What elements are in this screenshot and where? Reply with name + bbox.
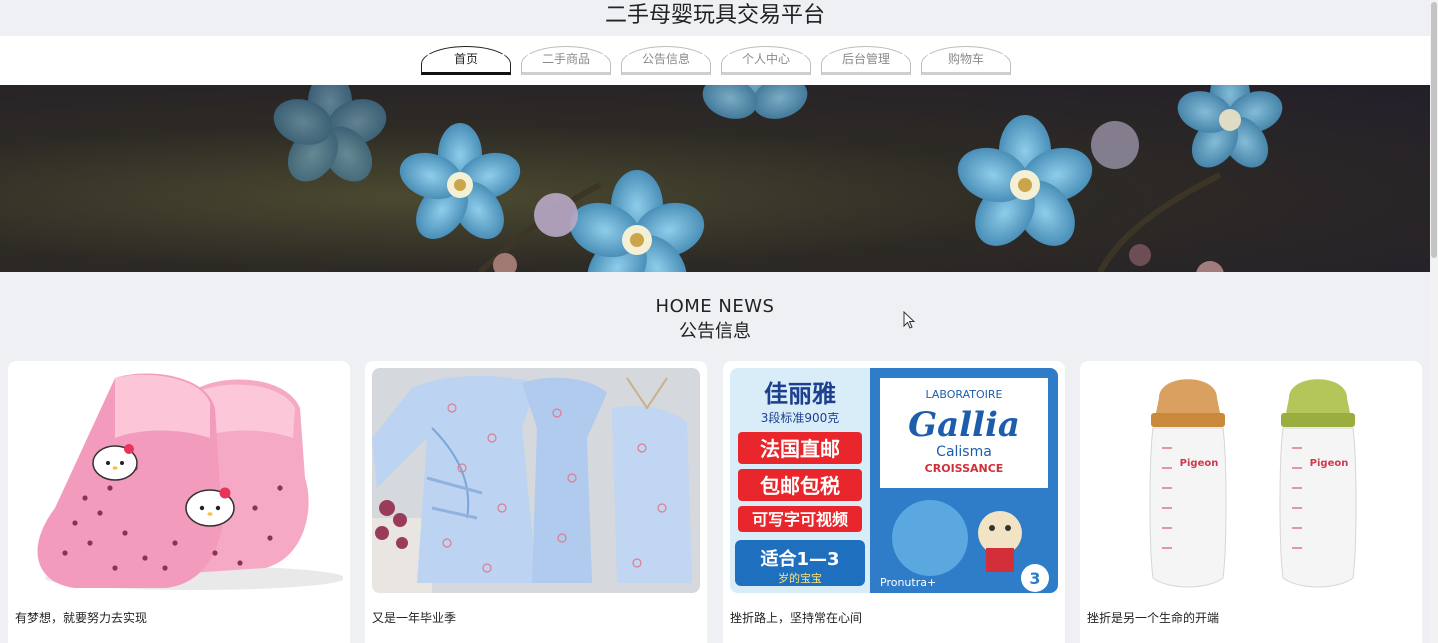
ad-stage: 3 — [1029, 569, 1040, 588]
news-card[interactable]: Pigeon Pigeon 挫折是另一个生命的开端 — [1080, 361, 1422, 643]
baby-clothes-image — [372, 368, 700, 593]
ad-brand-zh: 佳丽雅 — [764, 380, 836, 408]
bottle-brand-right: Pigeon — [1310, 458, 1349, 469]
milk-powder-ad-image: 佳丽雅 3段标准900克 法国直邮 包邮包税 可写字可视频 适合1—3 岁的宝宝… — [730, 368, 1058, 593]
news-section-header: HOME NEWS 公告信息 — [0, 295, 1430, 345]
nav-cart-tab[interactable]: 购物车 — [921, 46, 1011, 75]
news-card-image: Pigeon Pigeon — [1087, 368, 1415, 593]
nav-announcements-tab[interactable]: 公告信息 — [621, 46, 711, 75]
ad-line: Calisma — [936, 444, 992, 460]
ad-age: 适合1—3 — [760, 548, 839, 570]
ad-age-sub: 岁的宝宝 — [778, 571, 822, 585]
ad-footer: Pronutra+ — [880, 576, 936, 589]
news-card-title: 又是一年毕业季 — [372, 611, 457, 625]
news-card[interactable]: 又是一年毕业季 — [365, 361, 707, 643]
bottle-brand-left: Pigeon — [1180, 458, 1219, 469]
banner-flowers-image — [273, 85, 1283, 272]
hero-banner — [0, 85, 1430, 272]
ad-lab: LABORATOIRE — [926, 388, 1003, 401]
news-card-title: 挫折是另一个生命的开端 — [1087, 611, 1220, 625]
baby-bottles-image: Pigeon Pigeon — [1149, 379, 1357, 588]
nav-secondhand-goods-tab[interactable]: 二手商品 — [521, 46, 611, 75]
news-card-title: 挫折路上，坚持常在心间 — [730, 611, 863, 625]
nav-admin-tab[interactable]: 后台管理 — [821, 46, 911, 75]
mouse-cursor-icon — [903, 311, 916, 329]
nav-home-tab[interactable]: 首页 — [421, 46, 511, 75]
ad-sub: CROISSANCE — [925, 462, 1004, 475]
ad-tag-3: 可写字可视频 — [752, 510, 848, 529]
news-card-title: 有梦想，就要努力去实现 — [15, 611, 148, 625]
news-card-image: 佳丽雅 3段标准900克 法国直邮 包邮包税 可写字可视频 适合1—3 岁的宝宝… — [730, 368, 1058, 593]
nav-personal-center-tab[interactable]: 个人中心 — [721, 46, 811, 75]
news-card-image — [15, 368, 343, 593]
ad-spec: 3段标准900克 — [761, 410, 840, 425]
ad-tag-2: 包邮包税 — [760, 474, 840, 498]
baby-shoes-image — [37, 373, 343, 590]
ad-tag-1: 法国直邮 — [760, 437, 840, 461]
news-card-image — [372, 368, 700, 593]
site-title: 二手母婴玩具交易平台 — [604, 3, 825, 28]
news-card[interactable]: 有梦想，就要努力去实现 — [8, 361, 350, 643]
news-card[interactable]: 佳丽雅 3段标准900克 法国直邮 包邮包税 可写字可视频 适合1—3 岁的宝宝… — [723, 361, 1065, 643]
ad-brand: Gallia — [908, 405, 1020, 445]
section-title-en: HOME NEWS — [655, 296, 775, 317]
scrollbar-thumb[interactable] — [1431, 2, 1437, 258]
section-title-zh: 公告信息 — [679, 321, 751, 342]
nav-list: 首页 二手商品 公告信息 个人中心 后台管理 购物车 — [421, 46, 1011, 76]
page: 二手母婴玩具交易平台 首页 二手商品 公告信息 个人中心 后台管理 购物车 HO… — [0, 0, 1438, 643]
main-navbar: 首页 二手商品 公告信息 个人中心 后台管理 购物车 — [0, 36, 1430, 85]
